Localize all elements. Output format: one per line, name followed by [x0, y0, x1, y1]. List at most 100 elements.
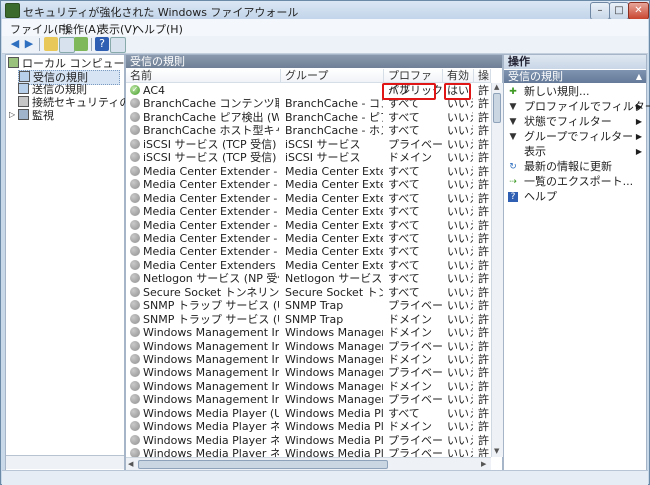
show-hide-action-pane-icon[interactable]	[110, 37, 126, 53]
rule-row[interactable]: SNMP トラップ サービス (UDP 受信) SNMP Trap ドメイン いいえ許	[126, 313, 490, 326]
rule-enabled: いいえ	[447, 178, 473, 192]
maximize-button[interactable]: □	[609, 2, 629, 20]
help-icon[interactable]: ?	[95, 37, 109, 51]
status-bar	[2, 470, 648, 485]
rule-disabled-icon	[130, 313, 140, 324]
export-list-icon[interactable]	[74, 37, 88, 51]
rule-row[interactable]: Windows Management Instrumentat... Window…	[126, 326, 490, 339]
rule-row[interactable]: Windows Management Instrumentat... Window…	[126, 353, 490, 366]
menu-view[interactable]: 表示(V)	[98, 21, 136, 37]
menu-action[interactable]: 操作(A)	[62, 21, 100, 37]
scroll-right-icon[interactable]: ▶	[481, 460, 486, 468]
rule-enabled: いいえ	[447, 191, 473, 205]
rule-row[interactable]: Windows Management Instrumentat... Window…	[126, 380, 490, 393]
column-header-action[interactable]: 操	[474, 69, 491, 83]
rule-name: Media Center Extender - qWave (UD...	[143, 191, 279, 205]
rule-row[interactable]: Netlogon サービス (NP 受信) Netlogon サービスすべて いいえ…	[126, 272, 490, 285]
column-header-profile[interactable]: プロファイル	[384, 69, 443, 96]
rule-group: SNMP Trap	[285, 299, 344, 313]
rule-action: 許	[478, 218, 489, 232]
actions-section-inbound-rules[interactable]: 受信の規則 ▲	[504, 70, 646, 83]
rule-row[interactable]: iSCSI サービス (TCP 受信) iSCSI サービス ドメイン いいえ許	[126, 151, 490, 164]
action-item[interactable]: ▼ グループでフィルター ▶	[504, 130, 646, 144]
rule-enabled: いいえ	[447, 379, 473, 393]
action-item[interactable]: ✚ 新しい規則...	[504, 85, 646, 99]
rule-disabled-icon	[130, 232, 140, 243]
action-item[interactable]: ▼ 状態でフィルター ▶	[504, 115, 646, 129]
back-arrow-icon[interactable]: ◀	[8, 37, 22, 51]
rule-row[interactable]: Media Center Extender - XSP (TCP ... Medi…	[126, 245, 490, 258]
rule-row[interactable]: Secure Socket トンネリング プロトコ... Secure Socke…	[126, 286, 490, 299]
rule-profile: すべて	[388, 178, 420, 192]
close-button[interactable]: ✕	[628, 2, 649, 20]
rule-row[interactable]: Windows Management Instrumentat... Window…	[126, 340, 490, 353]
rule-row[interactable]: iSCSI サービス (TCP 受信) iSCSI サービス プライベート... いい…	[126, 138, 490, 151]
rule-action: 許	[478, 205, 489, 219]
show-hide-tree-icon[interactable]	[59, 37, 75, 53]
rule-action: 許	[478, 393, 489, 407]
rules-horizontal-scrollbar[interactable]: ◀ ▶	[126, 457, 491, 471]
rule-row[interactable]: Media Center Extender - SSDP (UDP... Medi…	[126, 219, 490, 232]
expand-monitor-icon[interactable]: ▷	[9, 110, 15, 119]
rule-group: Media Center Extender	[285, 164, 383, 178]
tree-item-outbound-rules[interactable]: 送信の規則	[18, 83, 87, 96]
rule-disabled-icon	[130, 246, 140, 257]
action-item[interactable]: ↻ 最新の情報に更新	[504, 160, 646, 174]
tree-item-monitor[interactable]: 監視	[18, 109, 54, 122]
action-item[interactable]: 表示 ▶	[504, 145, 646, 159]
rule-row[interactable]: Windows Media Player ネットワーク... Windows Me…	[126, 434, 490, 447]
rule-name: SNMP トラップ サービス (UDP 受信)	[143, 312, 279, 326]
tree-horizontal-scrollbar[interactable]	[6, 455, 124, 469]
up-folder-icon[interactable]	[44, 37, 58, 51]
column-header-enabled[interactable]: 有効	[443, 69, 474, 83]
rule-row[interactable]: Windows Management Instrumentat... Window…	[126, 366, 490, 379]
rule-action: 許	[478, 137, 489, 151]
rule-enabled: いいえ	[447, 353, 473, 366]
rule-enabled: いいえ	[447, 339, 473, 353]
forward-arrow-icon[interactable]: ▶	[22, 37, 36, 51]
rule-profile: すべて	[388, 258, 420, 272]
rule-row[interactable]: BranchCache ピア検出 (WSD-受信) BranchCache - ピ…	[126, 111, 490, 124]
collapse-section-icon[interactable]: ▲	[636, 70, 642, 83]
menu-file[interactable]: ファイル(F)	[10, 21, 69, 37]
rule-action: 許	[478, 151, 489, 165]
horizontal-scroll-thumb[interactable]	[138, 460, 388, 469]
submenu-arrow-icon: ▶	[635, 117, 642, 126]
column-header-group[interactable]: グループ	[281, 69, 384, 83]
firewall-window: セキュリティが強化された Windows ファイアウォール – □ ✕ ファイル…	[0, 0, 650, 485]
rule-row[interactable]: Media Center Extender - RTSP (TCP ... Med…	[126, 205, 490, 218]
rule-row[interactable]: Windows Media Player (UDP 受信) Windows Med…	[126, 407, 490, 420]
rule-disabled-icon	[130, 179, 140, 190]
rule-row[interactable]: Media Center Extender - WMDRM-N... Media …	[126, 232, 490, 245]
rule-action: 許	[478, 285, 489, 299]
rule-row[interactable]: SNMP トラップ サービス (UDP 受信) SNMP Trap プライベート..…	[126, 299, 490, 312]
minimize-button[interactable]: –	[590, 2, 610, 20]
rule-row[interactable]: Media Center Extenders - Media スト... Medi…	[126, 259, 490, 272]
action-item[interactable]: ▼ プロファイルでフィルター ▶	[504, 100, 650, 114]
rule-row[interactable]: Windows Management Instrumentat... Window…	[126, 393, 490, 406]
scroll-up-icon[interactable]: ▲	[494, 83, 499, 91]
rule-disabled-icon	[130, 219, 140, 230]
vertical-scroll-thumb[interactable]	[493, 93, 501, 123]
rule-row[interactable]: Windows Media Player ネットワーク... Windows Me…	[126, 420, 490, 433]
rule-row[interactable]: Media Center Extender - qWave (TC... Medi…	[126, 178, 490, 191]
rule-enabled: いいえ	[447, 406, 473, 420]
rule-row[interactable]: BranchCache コンテンツ取得 (HTTP-... BranchCache…	[126, 97, 490, 110]
title-bar[interactable]: セキュリティが強化された Windows ファイアウォール – □ ✕	[1, 1, 649, 20]
rule-row[interactable]: BranchCache ホスト型キャッシュ サ... BranchCache - …	[126, 124, 490, 137]
action-item[interactable]: ⇢ 一覧のエクスポート...	[504, 175, 646, 189]
connection-security-icon	[18, 96, 29, 107]
column-header-name[interactable]: 名前	[126, 69, 281, 83]
action-item[interactable]: ? ヘルプ	[504, 190, 646, 204]
scroll-down-icon[interactable]: ▼	[494, 447, 499, 455]
rule-row[interactable]: Media Center Extender - qWave (UD... Medi…	[126, 192, 490, 205]
rules-pane: 受信の規則 名前 グループ プロファイル 有効 操 ✓ AC4 パブリック はい許 Br…	[125, 54, 503, 471]
rule-row[interactable]: Media Center Extender - HTTP スト... Media …	[126, 165, 490, 178]
action-label: 一覧のエクスポート...	[524, 175, 634, 188]
menu-help[interactable]: ヘルプ(H)	[133, 21, 183, 37]
rules-vertical-scrollbar[interactable]: ▲ ▼	[491, 83, 503, 457]
submenu-arrow-icon: ▶	[635, 102, 642, 111]
scroll-left-icon[interactable]: ◀	[128, 460, 133, 468]
rule-row[interactable]: ✓ AC4 パブリック はい許	[126, 84, 490, 97]
rule-name: Windows Management Instrumentat...	[143, 379, 279, 393]
